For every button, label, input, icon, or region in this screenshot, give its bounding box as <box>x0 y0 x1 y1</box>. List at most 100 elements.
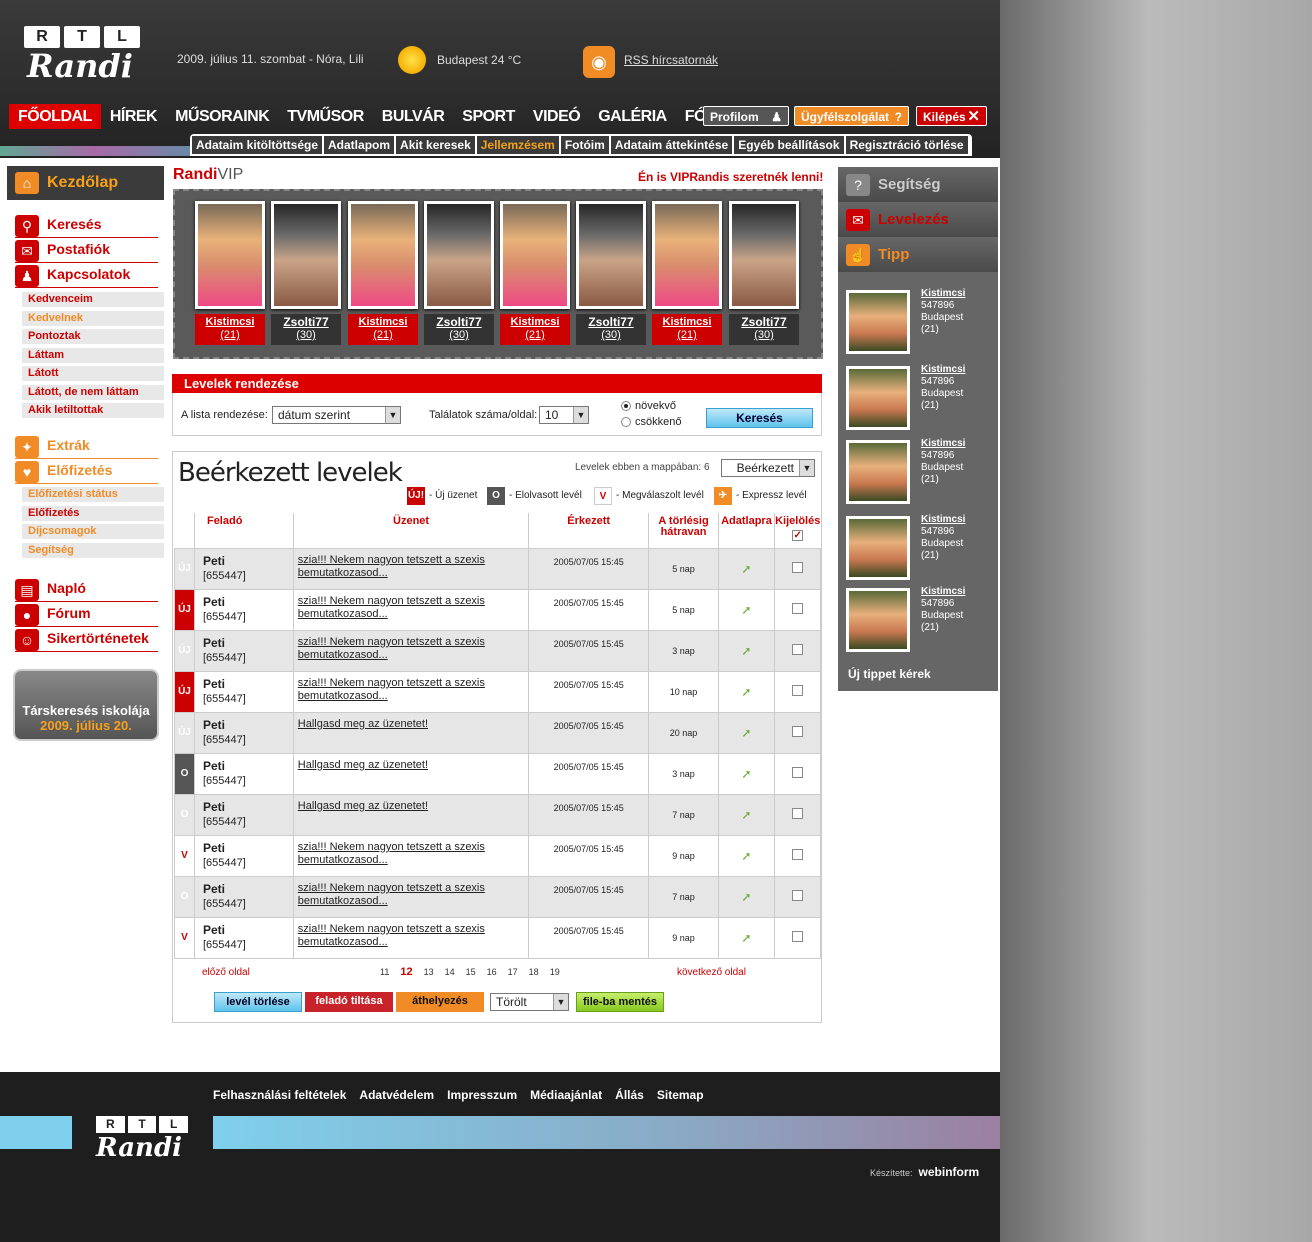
nav-tvmusor[interactable]: TVMŰSOR <box>278 104 373 129</box>
subnav-item[interactable]: Adatlapom <box>324 136 395 154</box>
sidebar-item-mailbox[interactable]: Postafiók <box>15 238 158 263</box>
profile-arrow-icon[interactable]: ➚ <box>717 916 775 959</box>
profile-arrow-icon[interactable]: ➚ <box>717 547 775 590</box>
vip-profile-card[interactable]: Kistimcsi (21) <box>348 201 418 345</box>
new-tip-link[interactable]: Új tippet kérek <box>848 667 931 681</box>
nav-musoraink[interactable]: MŰSORAINK <box>166 104 278 129</box>
profile-arrow-icon[interactable]: ➚ <box>717 834 775 877</box>
sort-order-select[interactable]: dátum szerint ▼ <box>272 406 401 424</box>
sidebar-item-extras[interactable]: Extrák <box>15 434 158 459</box>
footer-link-terms[interactable]: Felhasználási feltételek <box>213 1088 346 1102</box>
vip-profile-card[interactable]: Kistimcsi (21) <box>652 201 722 345</box>
sidebar-sub-liked[interactable]: Kedvelnek <box>22 311 164 326</box>
table-row[interactable]: O Peti [655447] Hallgasd meg az üzenetet! 20… <box>174 793 822 836</box>
tip-photo[interactable] <box>846 516 910 580</box>
col-days-left[interactable]: A törlésig hátravan <box>648 513 719 549</box>
rss-link[interactable]: RSS hírcsatornák <box>624 53 718 67</box>
row-checkbox[interactable] <box>791 807 803 819</box>
page-number[interactable]: 14 <box>445 967 455 978</box>
page-number[interactable]: 12 <box>400 966 412 978</box>
vip-profile-card[interactable]: Zsolti77 (30) <box>729 201 799 345</box>
profile-photo[interactable] <box>271 201 341 309</box>
sender-cell[interactable]: Peti [655447] <box>193 875 294 918</box>
vip-profile-card[interactable]: Kistimcsi (21) <box>195 201 265 345</box>
sender-cell[interactable]: Peti [655447] <box>193 711 294 754</box>
profile-photo[interactable] <box>576 201 646 309</box>
delete-mail-button[interactable]: levél törlése <box>214 992 302 1012</box>
vip-signup-link[interactable]: Én is VIPRandis szeretnék lenni! <box>638 170 823 184</box>
profile-button[interactable]: Profilom ♟ <box>703 106 789 126</box>
next-page-link[interactable]: következő oldal <box>677 967 746 978</box>
col-message[interactable]: Üzenet <box>292 513 530 549</box>
tip-photo[interactable] <box>846 290 910 354</box>
profile-arrow-icon[interactable]: ➚ <box>717 875 775 918</box>
row-checkbox[interactable] <box>791 643 803 655</box>
sender-cell[interactable]: Peti [655447] <box>193 793 294 836</box>
folder-select[interactable]: Beérkezett ▼ <box>721 459 815 477</box>
select-all-checkbox[interactable]: ✓ <box>792 530 804 541</box>
message-link[interactable]: Hallgasd meg az üzenetet! <box>292 752 530 795</box>
logout-button[interactable]: Kilépés ✕ <box>916 106 987 126</box>
vip-name[interactable]: Zsolti77 <box>729 316 799 329</box>
vip-name[interactable]: Zsolti77 <box>271 316 341 329</box>
tip-name[interactable]: Kistimcsi <box>921 288 996 300</box>
nav-galeria[interactable]: GALÉRIA <box>589 104 676 129</box>
message-link[interactable]: szia!!! Nekem nagyon tetszett a szexis b… <box>292 547 530 590</box>
table-row[interactable]: ÚJ Peti [655447] szia!!! Nekem nagyon tetsz… <box>174 588 822 631</box>
tip-name[interactable]: Kistimcsi <box>921 438 996 450</box>
sidebar-sub-seen-not-seen[interactable]: Látott, de nem láttam <box>22 385 164 400</box>
sender-cell[interactable]: Peti [655447] <box>193 916 294 959</box>
page-number[interactable]: 19 <box>550 967 560 978</box>
nav-hirek[interactable]: HÍREK <box>101 104 166 129</box>
service-button[interactable]: Ügyfélszolgálat? <box>794 106 909 126</box>
profile-photo[interactable] <box>424 201 494 309</box>
page-number[interactable]: 15 <box>466 967 476 978</box>
profile-arrow-icon[interactable]: ➚ <box>717 711 775 754</box>
sender-cell[interactable]: Peti [655447] <box>193 588 294 631</box>
nav-bulvar[interactable]: BULVÁR <box>373 104 453 129</box>
table-row[interactable]: V Peti [655447] szia!!! Nekem nagyon tetsze… <box>174 834 822 877</box>
row-checkbox[interactable] <box>791 725 803 737</box>
message-link[interactable]: szia!!! Nekem nagyon tetszett a szexis b… <box>292 670 530 713</box>
table-row[interactable]: ÚJ Peti [655447] szia!!! Nekem nagyon tetsz… <box>174 670 822 713</box>
nav-sport[interactable]: SPORT <box>453 104 524 129</box>
table-row[interactable]: ÚJ Peti [655447] Hallgasd meg az üzenetet! 2… <box>174 711 822 754</box>
sidebar-sub-packages[interactable]: Díjcsomagok <box>22 524 164 539</box>
footer-logo[interactable]: RTL Randi <box>96 1116 189 1168</box>
sidebar-sub-help[interactable]: Segítség <box>22 543 164 558</box>
subnav-item[interactable]: Adataim kitöltöttsége <box>192 136 323 154</box>
sidebar-sub-blocked[interactable]: Akik letiltottak <box>22 403 164 418</box>
profile-photo[interactable] <box>348 201 418 309</box>
vip-name[interactable]: Kistimcsi <box>500 316 570 329</box>
table-row[interactable]: ÚJ Peti [655447] szia!!! Nekem nagyon tetsz… <box>174 547 822 590</box>
nav-foldal[interactable]: FŐOLDAL <box>9 104 101 129</box>
vip-profile-card[interactable]: Zsolti77 (30) <box>271 201 341 345</box>
sidebar-item-diary[interactable]: Napló <box>15 577 158 602</box>
vip-name[interactable]: Zsolti77 <box>424 316 494 329</box>
tip-photo[interactable] <box>846 366 910 430</box>
target-folder-select[interactable]: Törölt ▼ <box>490 993 569 1011</box>
asc-radio[interactable]: növekvő <box>621 400 676 412</box>
tip-name[interactable]: Kistimcsi <box>921 364 996 376</box>
vip-profile-card[interactable]: Kistimcsi (21) <box>500 201 570 345</box>
vip-name[interactable]: Kistimcsi <box>348 316 418 329</box>
message-link[interactable]: Hallgasd meg az üzenetet! <box>292 793 530 836</box>
tip-photo[interactable] <box>846 440 910 504</box>
table-row[interactable]: ÚJ Peti [655447] szia!!! Nekem nagyon tetsz… <box>174 629 822 672</box>
table-row[interactable]: O Peti [655447] szia!!! Nekem nagyon tetsze… <box>174 875 822 918</box>
sidebar-sub-seen-me[interactable]: Látott <box>22 366 164 381</box>
profile-arrow-icon[interactable]: ➚ <box>717 670 775 713</box>
tip-name[interactable]: Kistimcsi <box>921 514 996 526</box>
block-sender-button[interactable]: feladó tiltása <box>305 992 393 1012</box>
col-received[interactable]: Érkezett <box>528 513 650 549</box>
row-checkbox[interactable] <box>791 561 803 573</box>
sidebar-sub-status[interactable]: Előfizetési státus <box>22 487 164 502</box>
rtl-randi-logo[interactable]: RTL Randi <box>24 26 140 90</box>
nav-video[interactable]: VIDEÓ <box>524 104 589 129</box>
message-link[interactable]: Hallgasd meg az üzenetet! <box>292 711 530 754</box>
profile-arrow-icon[interactable]: ➚ <box>717 629 775 672</box>
message-link[interactable]: szia!!! Nekem nagyon tetszett a szexis b… <box>292 588 530 631</box>
vip-name[interactable]: Kistimcsi <box>652 316 722 329</box>
tip-photo[interactable] <box>846 588 910 652</box>
sidebar-item-search[interactable]: Keresés <box>15 213 158 238</box>
